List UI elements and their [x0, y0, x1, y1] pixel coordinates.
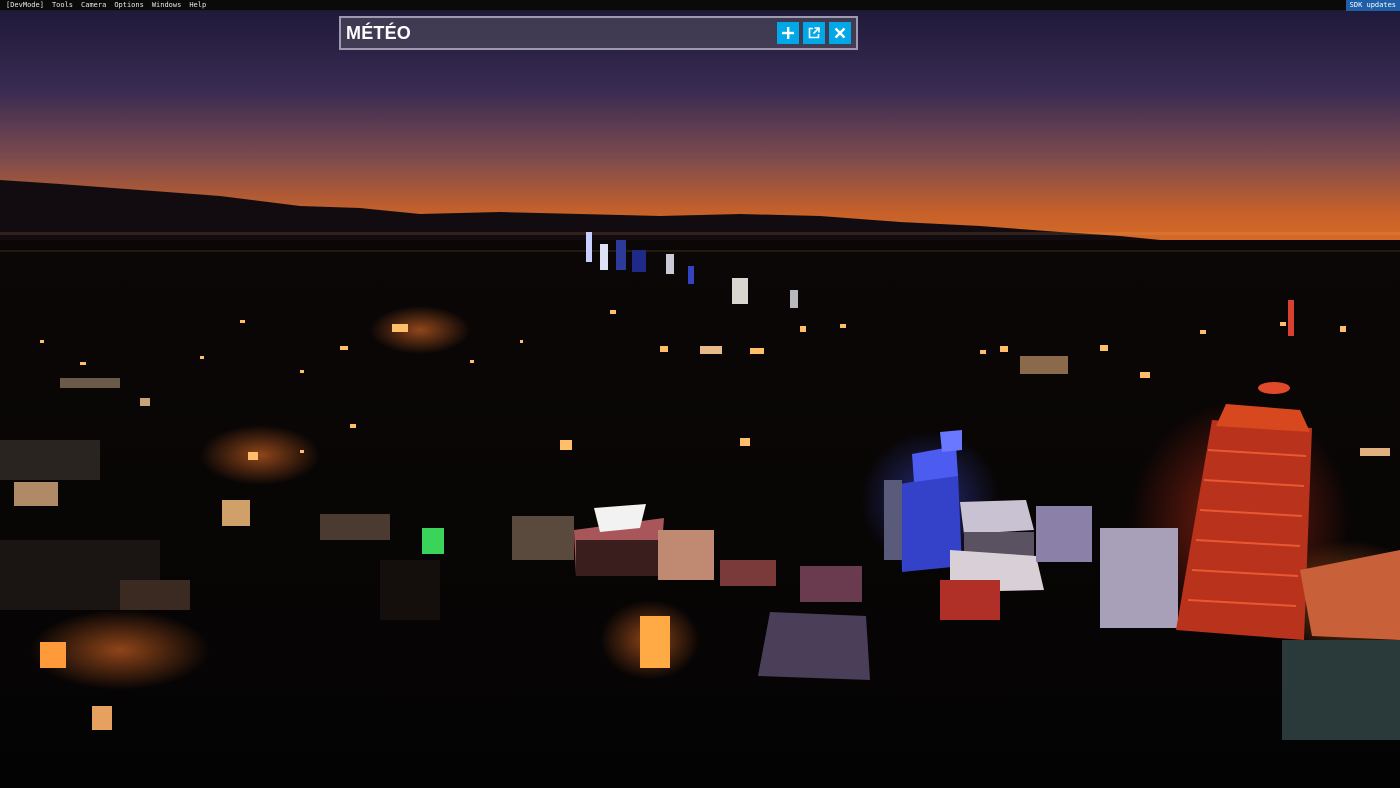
city-night-scene [0, 0, 1400, 788]
meteo-panel: MÉTÉO [339, 16, 858, 50]
sdk-updates-button[interactable]: SDK updates [1345, 0, 1400, 11]
panel-title: MÉTÉO [346, 22, 412, 43]
menu-camera[interactable]: Camera [77, 0, 110, 11]
undock-button[interactable] [803, 22, 825, 44]
dev-menu-bar: [DevMode] Tools Camera Options Windows H… [0, 0, 1400, 11]
menu-help[interactable]: Help [185, 0, 210, 11]
expand-button[interactable] [777, 22, 799, 44]
close-icon [834, 27, 846, 39]
menu-windows[interactable]: Windows [148, 0, 186, 11]
plus-icon [782, 27, 794, 39]
menu-devmode[interactable]: [DevMode] [0, 0, 48, 11]
simulator-screen: [DevMode] Tools Camera Options Windows H… [0, 0, 1400, 788]
close-button[interactable] [829, 22, 851, 44]
menu-tools[interactable]: Tools [48, 0, 77, 11]
external-window-icon [808, 27, 820, 39]
menu-options[interactable]: Options [110, 0, 148, 11]
